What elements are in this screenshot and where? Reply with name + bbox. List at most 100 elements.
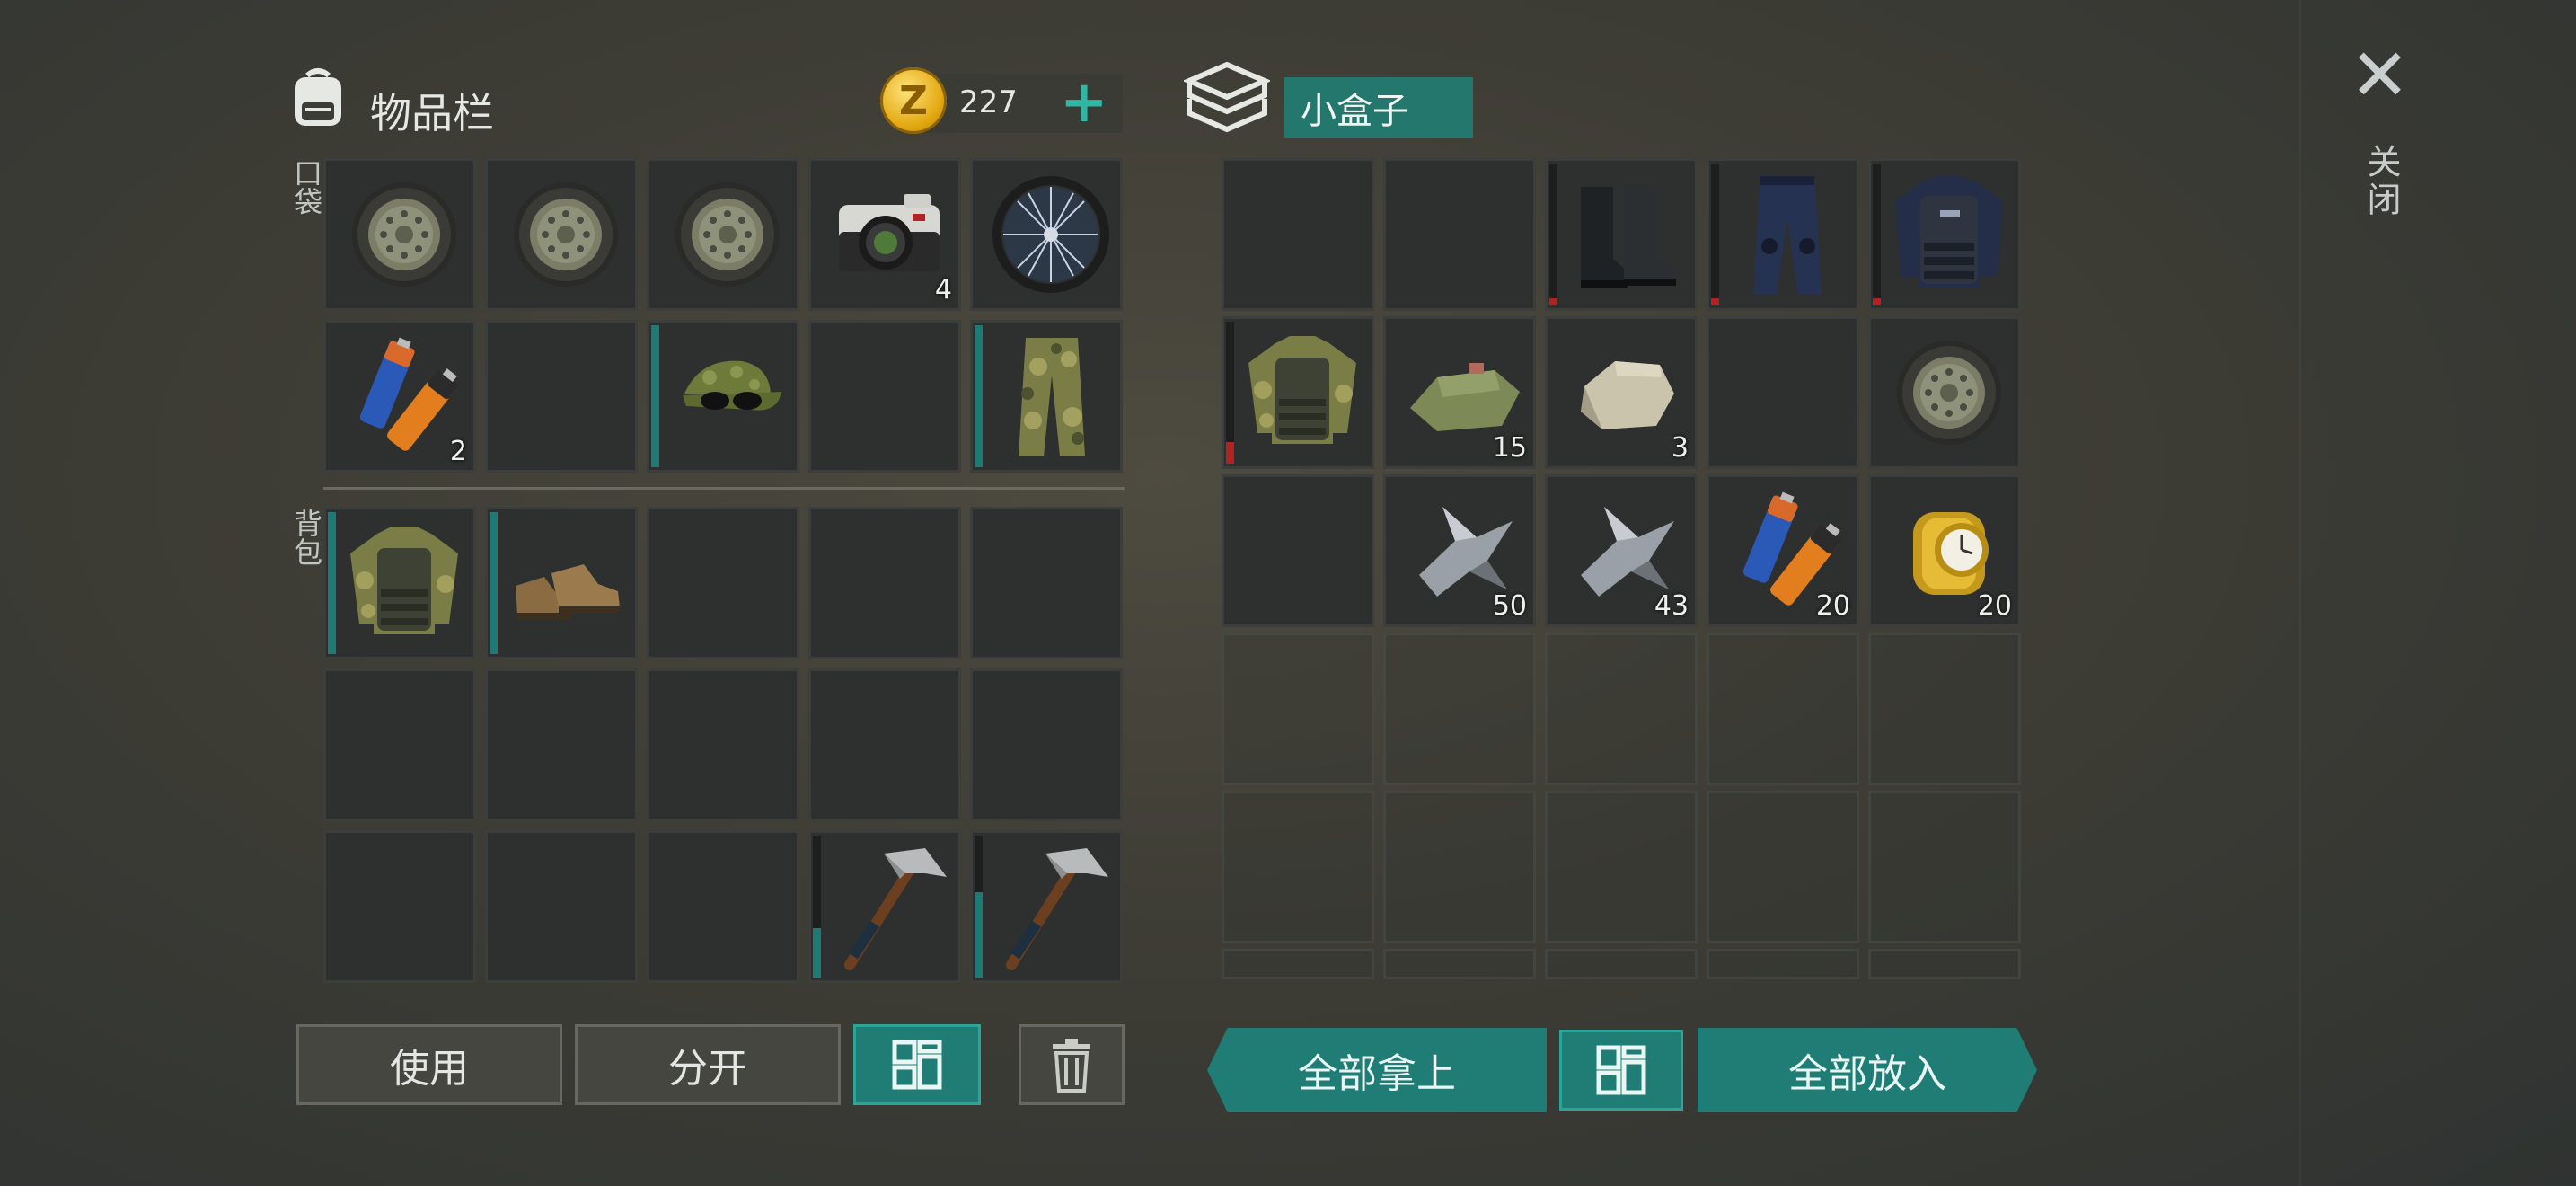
pickaxe-icon (826, 841, 952, 972)
container-slot[interactable]: 20 (1707, 474, 1859, 627)
container-slot[interactable] (1222, 158, 1374, 311)
container-slot[interactable] (1707, 791, 1859, 943)
container-slot[interactable]: 3 (1545, 316, 1698, 469)
pocket-slot[interactable] (970, 320, 1123, 473)
pocket-slot[interactable] (485, 158, 638, 311)
pocket-slot[interactable] (323, 158, 476, 311)
container-slot[interactable] (1545, 633, 1698, 785)
item-count: 15 (1492, 432, 1527, 464)
item-count: 20 (1815, 590, 1850, 622)
durability-bar (1711, 298, 1719, 305)
durability-track (1873, 164, 1881, 305)
backpack-slot[interactable] (485, 507, 638, 659)
backpack-slot[interactable] (323, 507, 476, 659)
container-slot[interactable] (1545, 791, 1698, 943)
right-panel-divider (2299, 0, 2301, 1186)
container-slot[interactable] (1222, 316, 1374, 469)
backpack-slot[interactable] (323, 668, 476, 821)
grid-icon (1596, 1045, 1646, 1095)
container-name[interactable]: 小盒子 (1284, 77, 1473, 138)
container-slot[interactable] (1383, 158, 1536, 311)
trash-button[interactable] (1019, 1024, 1125, 1105)
container-slot[interactable] (1222, 633, 1374, 785)
camera-icon (826, 169, 952, 300)
pocket-slot[interactable] (485, 320, 638, 473)
item-count: 4 (934, 274, 952, 305)
container-slot[interactable] (1222, 791, 1374, 943)
pocket-slot[interactable] (647, 158, 799, 311)
pocket-slot[interactable] (647, 320, 799, 473)
durability-bar (813, 928, 821, 978)
boots-icon (503, 518, 629, 649)
backpack-slot[interactable] (323, 830, 476, 983)
container-slot[interactable] (1868, 949, 2021, 979)
pocket-slot[interactable]: 4 (808, 158, 961, 311)
pickaxe-icon (988, 841, 1114, 972)
container-slot[interactable] (1383, 633, 1536, 785)
durability-bar (1549, 298, 1557, 305)
durability-bar (490, 512, 498, 654)
container-slot[interactable]: 15 (1383, 316, 1536, 469)
box-icon (1182, 59, 1272, 140)
container-sort-button[interactable] (1559, 1030, 1683, 1111)
item-count: 43 (1654, 590, 1689, 622)
close-icon[interactable]: ✕ (2350, 40, 2410, 111)
container-slot[interactable] (1707, 316, 1859, 469)
container-slot[interactable] (1545, 158, 1698, 311)
backpack-slot[interactable] (485, 668, 638, 821)
durability-bar (1873, 298, 1881, 305)
backpack-slot[interactable] (808, 830, 961, 983)
item-count: 3 (1671, 432, 1689, 464)
container-slot[interactable]: 43 (1545, 474, 1698, 627)
pocket-slot[interactable] (970, 158, 1123, 311)
container-slot[interactable] (1222, 474, 1374, 627)
container-slot[interactable] (1545, 949, 1698, 979)
durability-bar (328, 512, 336, 654)
put-all-button[interactable]: 全部放入 (1698, 1028, 2037, 1112)
container-slot[interactable] (1707, 158, 1859, 311)
backpack-slot[interactable] (808, 507, 961, 659)
wheel-icon (665, 169, 790, 300)
use-button[interactable]: 使用 (296, 1024, 562, 1105)
backpack-slot[interactable] (970, 668, 1123, 821)
container-slot[interactable] (1868, 158, 2021, 311)
container-slot[interactable]: 50 (1383, 474, 1536, 627)
durability-track (1711, 164, 1719, 305)
backpack-slot[interactable] (970, 507, 1123, 659)
container-slot[interactable] (1222, 949, 1374, 979)
camo-pants-icon (988, 331, 1114, 462)
add-coins-button[interactable]: + (1060, 74, 1108, 131)
police-boots-icon (1563, 169, 1689, 300)
backpack-slot[interactable] (647, 668, 799, 821)
inventory-title: 物品栏 (370, 89, 494, 137)
durability-bar (975, 325, 983, 467)
backpack-slot[interactable] (647, 830, 799, 983)
pocket-slot[interactable] (808, 320, 961, 473)
backpack-slot[interactable] (485, 830, 638, 983)
close-label[interactable]: 关闭 (2357, 144, 2406, 219)
container-slot[interactable] (1707, 949, 1859, 979)
take-all-button[interactable]: 全部拿上 (1207, 1028, 1547, 1112)
container-slot[interactable] (1868, 791, 2021, 943)
backpack-label: 背包 (289, 509, 323, 566)
camo-jacket-icon (341, 518, 467, 649)
backpack-slot[interactable] (970, 830, 1123, 983)
durability-track (1549, 164, 1557, 305)
backpack-slot[interactable] (808, 668, 961, 821)
wheel-icon (503, 169, 629, 300)
durability-bar (1226, 442, 1234, 464)
container-slot[interactable] (1383, 791, 1536, 943)
split-button[interactable]: 分开 (575, 1024, 841, 1105)
container-slot[interactable]: 20 (1868, 474, 2021, 627)
container-slot[interactable] (1707, 633, 1859, 785)
sort-grid-button[interactable] (853, 1024, 981, 1105)
police-vest-icon (1886, 169, 2012, 300)
pocket-slot[interactable]: 2 (323, 320, 476, 473)
container-slot[interactable] (1868, 316, 2021, 469)
camo-cap-icon (665, 331, 790, 462)
backpack-slot[interactable] (647, 507, 799, 659)
wheel-icon (341, 169, 467, 300)
container-slot[interactable] (1383, 949, 1536, 979)
container-slot[interactable] (1868, 633, 2021, 785)
camo-jacket-icon (1239, 327, 1365, 458)
